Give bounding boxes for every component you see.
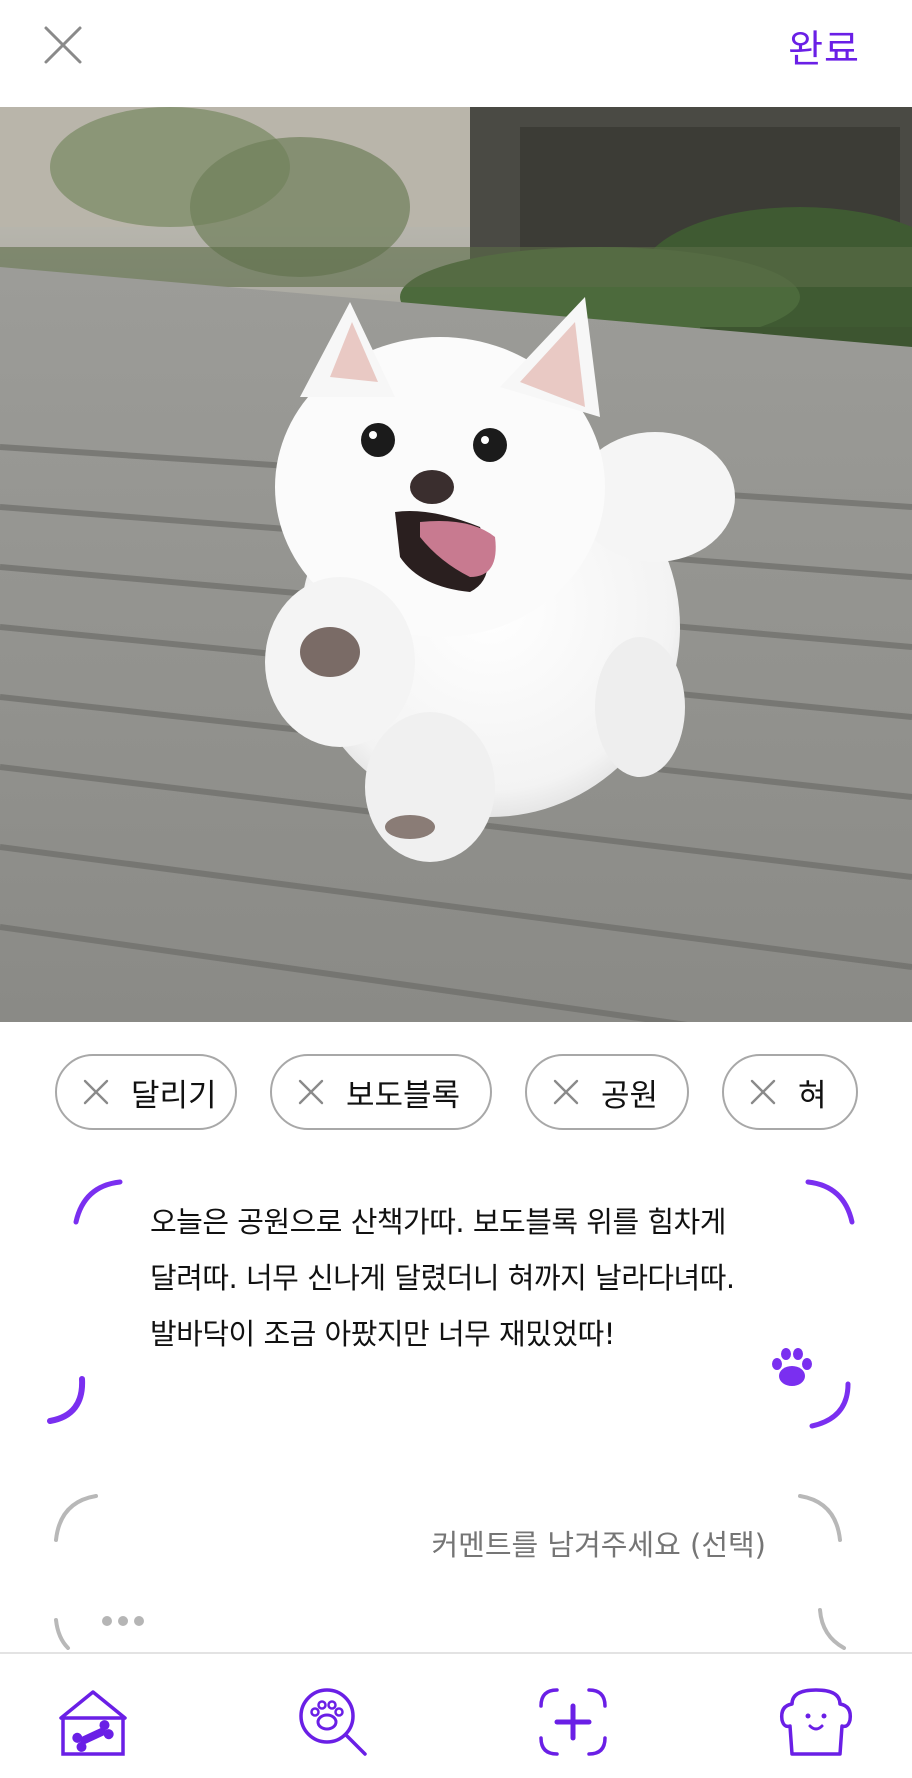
add-icon[interactable] <box>535 1684 611 1760</box>
tag-list: 달리기 보도블록 공원 혀 <box>0 1054 912 1130</box>
comment-input[interactable] <box>246 1528 766 1562</box>
bracket-bottom-left <box>47 1376 86 1424</box>
diary-text: 오늘은 공원으로 산책가따. 보도블록 위를 힘차게 달려따. 너무 신나게 달… <box>150 1194 810 1362</box>
comment-box[interactable] <box>50 1486 850 1651</box>
search-paw-icon[interactable] <box>295 1684 371 1760</box>
remove-tag-icon[interactable] <box>296 1077 326 1107</box>
tag-chip[interactable]: 보도블록 <box>270 1054 492 1130</box>
home-icon[interactable] <box>55 1684 131 1760</box>
tag-chip[interactable]: 달리기 <box>55 1054 237 1130</box>
tag-chip[interactable]: 혀 <box>722 1054 858 1130</box>
diary-line: 발바닥이 조금 아팠지만 너무 재밌었따! <box>150 1317 615 1351</box>
close-icon[interactable] <box>40 22 86 68</box>
bracket-bottom-right <box>818 1608 846 1650</box>
tag-label: 공원 <box>601 1077 659 1114</box>
diary-line: 오늘은 공원으로 산책가따. 보도블록 위를 힘차게 <box>150 1205 726 1239</box>
bracket-top-left <box>73 1179 123 1225</box>
profile-icon[interactable] <box>778 1684 854 1760</box>
bottom-nav <box>0 1652 912 1778</box>
tag-label: 달리기 <box>131 1077 217 1114</box>
remove-tag-icon[interactable] <box>551 1077 581 1107</box>
tag-label: 혀 <box>798 1077 827 1114</box>
tag-label: 보도블록 <box>346 1077 461 1114</box>
bracket-top-left <box>54 1494 98 1542</box>
done-button[interactable]: 완료 <box>788 18 860 73</box>
dog-photo <box>0 107 912 1022</box>
bracket-top-right <box>798 1494 842 1542</box>
remove-tag-icon[interactable] <box>748 1077 778 1107</box>
diary-text-box[interactable]: 오늘은 공원으로 산책가따. 보도블록 위를 힘차게 달려따. 너무 신나게 달… <box>40 1168 872 1438</box>
diary-line: 달려따. 너무 신나게 달렸더니 혀까지 날라다녀따. <box>150 1261 735 1295</box>
top-bar: 완료 <box>0 0 912 107</box>
bracket-bottom-left <box>54 1618 70 1650</box>
remove-tag-icon[interactable] <box>81 1077 111 1107</box>
tag-chip[interactable]: 공원 <box>525 1054 689 1130</box>
bracket-top-right <box>805 1179 855 1225</box>
more-icon[interactable] <box>102 1616 144 1626</box>
